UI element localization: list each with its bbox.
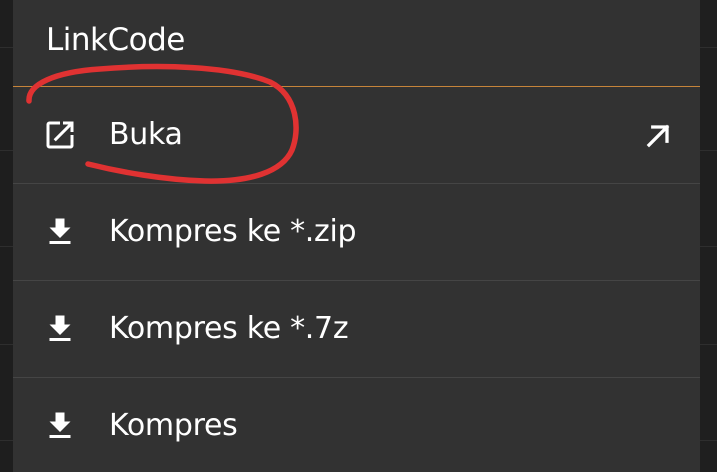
background-divider bbox=[0, 246, 13, 247]
background-list-left-edge bbox=[0, 0, 13, 472]
menu-item-compress-zip[interactable]: Kompres ke *.zip bbox=[13, 184, 700, 280]
menu-item-label: Buka bbox=[109, 117, 183, 152]
menu-item-compress[interactable]: Kompres bbox=[13, 378, 700, 472]
background-divider bbox=[700, 344, 717, 345]
menu-item-label: Kompres bbox=[109, 408, 238, 443]
background-divider bbox=[700, 440, 717, 441]
arrow-up-right-icon bbox=[646, 124, 670, 148]
download-icon bbox=[49, 315, 71, 341]
download-icon bbox=[49, 412, 71, 438]
background-divider bbox=[0, 440, 13, 441]
context-menu-dialog: LinkCode Buka Kompres ke *.zip Kompres k… bbox=[13, 0, 700, 472]
background-list-right-edge bbox=[700, 0, 717, 472]
background-divider bbox=[700, 246, 717, 247]
menu-item-buka[interactable]: Buka bbox=[13, 87, 700, 183]
download-icon bbox=[49, 218, 71, 244]
screen: LinkCode Buka Kompres ke *.zip Kompres k… bbox=[0, 0, 717, 472]
dialog-title: LinkCode bbox=[46, 22, 185, 58]
open-in-new-icon bbox=[46, 121, 74, 149]
background-divider bbox=[0, 47, 13, 48]
background-divider bbox=[0, 344, 13, 345]
background-divider bbox=[0, 150, 13, 151]
menu-item-label: Kompres ke *.7z bbox=[109, 311, 349, 346]
menu-item-label: Kompres ke *.zip bbox=[109, 214, 357, 249]
menu-item-compress-7z[interactable]: Kompres ke *.7z bbox=[13, 281, 700, 377]
background-divider bbox=[700, 47, 717, 48]
background-divider bbox=[700, 150, 717, 151]
